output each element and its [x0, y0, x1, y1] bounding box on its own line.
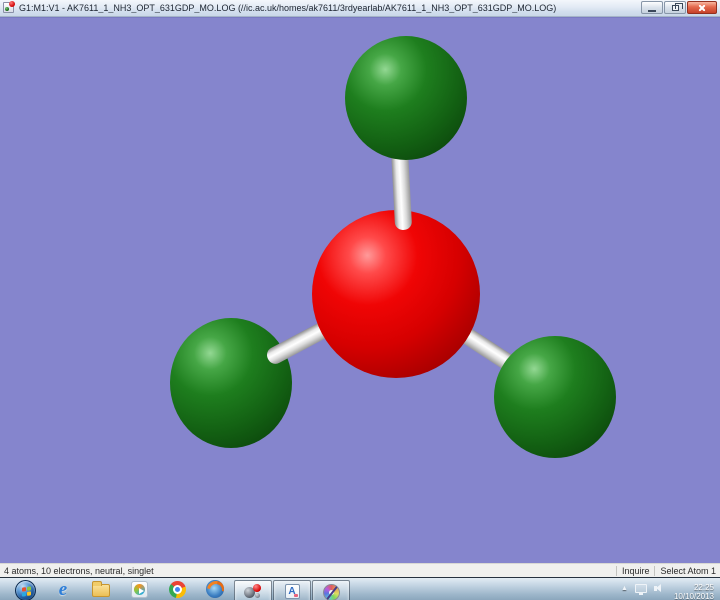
clock-time: 22:25	[674, 583, 714, 592]
restore-button[interactable]	[664, 1, 686, 14]
selection-status: Select Atom 1	[660, 566, 716, 576]
statusbar: 4 atoms, 10 electrons, neutral, singlet …	[0, 563, 720, 577]
clock-date: 10/10/2013	[674, 592, 714, 600]
paint-palette-icon	[323, 584, 340, 600]
taskbar-item-paint-app[interactable]	[312, 580, 350, 600]
show-hidden-icons-icon[interactable]: ▲	[621, 585, 628, 593]
window-title: G1:M1:V1 - AK7611_1_NH3_OPT_631GDP_MO.LO…	[19, 3, 636, 13]
media-player-icon	[131, 581, 148, 598]
gaussview-icon	[243, 583, 263, 600]
network-icon[interactable]	[635, 584, 647, 593]
start-button[interactable]	[6, 580, 44, 600]
molecule-summary: 4 atoms, 10 electrons, neutral, singlet	[4, 566, 611, 576]
internet-explorer-icon: e	[59, 580, 67, 599]
speaker-icon[interactable]	[654, 583, 666, 594]
close-icon	[697, 3, 707, 13]
restore-icon	[672, 5, 679, 11]
taskbar-item-firefox[interactable]	[196, 580, 234, 598]
minimize-icon	[648, 10, 656, 12]
window-controls	[640, 1, 717, 14]
gaussview-window-icon	[3, 2, 14, 13]
taskbar-item-gaussview[interactable]	[234, 580, 272, 600]
minimize-button[interactable]	[641, 1, 663, 14]
statusbar-right: Inquire Select Atom 1	[611, 566, 716, 576]
taskbar-item-chrome[interactable]	[158, 580, 196, 598]
mouse-mode-status: Inquire	[622, 566, 650, 576]
taskbar-item-text-app[interactable]: A	[273, 580, 311, 600]
outer-atom-right[interactable]	[494, 336, 616, 458]
taskbar-item-media-player[interactable]	[120, 580, 158, 598]
taskbar-clock[interactable]: 22:25 10/10/2013	[674, 583, 714, 600]
outer-atom-top[interactable]	[345, 36, 467, 160]
windows-start-icon	[15, 580, 36, 600]
statusbar-separator	[654, 566, 655, 576]
close-button[interactable]	[687, 1, 717, 14]
windows-taskbar: e A ▲ 22:25 10/10/2013	[0, 577, 720, 600]
window-titlebar[interactable]: G1:M1:V1 - AK7611_1_NH3_OPT_631GDP_MO.LO…	[0, 0, 720, 17]
molecule-viewport[interactable]	[0, 17, 720, 563]
system-tray: ▲ 22:25 10/10/2013	[621, 578, 720, 600]
taskbar-item-internet-explorer[interactable]: e	[44, 580, 82, 599]
text-app-icon: A	[285, 584, 300, 599]
folder-icon	[92, 584, 110, 597]
central-atom[interactable]	[312, 210, 480, 378]
taskbar-item-windows-explorer[interactable]	[82, 580, 120, 597]
chrome-icon	[169, 581, 186, 598]
taskbar-pinned-group: e A	[0, 578, 351, 600]
firefox-icon	[206, 580, 224, 598]
outer-atom-left[interactable]	[170, 318, 292, 448]
statusbar-separator	[616, 566, 617, 576]
